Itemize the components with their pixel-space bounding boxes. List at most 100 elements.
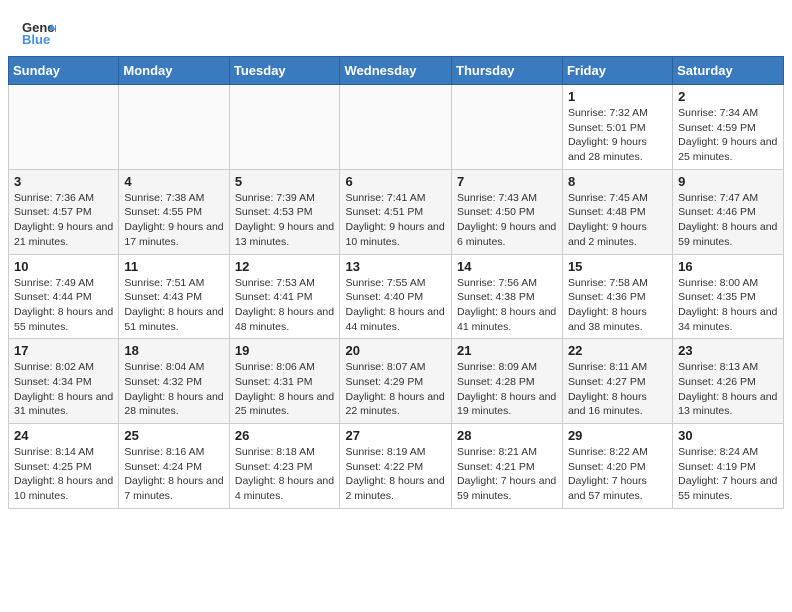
dow-header-wednesday: Wednesday <box>340 57 452 85</box>
day-number: 26 <box>235 428 335 443</box>
calendar-cell <box>119 85 229 170</box>
calendar-cell: 3 Sunrise: 7:36 AM Sunset: 4:57 PM Daylig… <box>9 169 119 254</box>
day-info: Sunrise: 7:32 AM Sunset: 5:01 PM Dayligh… <box>568 106 667 165</box>
calendar-week-1: 1 Sunrise: 7:32 AM Sunset: 5:01 PM Daylig… <box>9 85 784 170</box>
calendar-cell: 2 Sunrise: 7:34 AM Sunset: 4:59 PM Daylig… <box>673 85 784 170</box>
day-number: 20 <box>345 343 446 358</box>
dow-header-saturday: Saturday <box>673 57 784 85</box>
day-info: Sunrise: 8:16 AM Sunset: 4:24 PM Dayligh… <box>124 445 223 504</box>
calendar-cell: 27 Sunrise: 8:19 AM Sunset: 4:22 PM Dayli… <box>340 424 452 509</box>
day-number: 16 <box>678 259 778 274</box>
dow-header-sunday: Sunday <box>9 57 119 85</box>
calendar-cell: 15 Sunrise: 7:58 AM Sunset: 4:36 PM Dayli… <box>562 254 672 339</box>
day-info: Sunrise: 8:06 AM Sunset: 4:31 PM Dayligh… <box>235 360 335 419</box>
calendar-body: 1 Sunrise: 7:32 AM Sunset: 5:01 PM Daylig… <box>9 85 784 509</box>
day-info: Sunrise: 8:11 AM Sunset: 4:27 PM Dayligh… <box>568 360 667 419</box>
day-info: Sunrise: 8:09 AM Sunset: 4:28 PM Dayligh… <box>457 360 557 419</box>
day-number: 7 <box>457 174 557 189</box>
calendar-cell: 21 Sunrise: 8:09 AM Sunset: 4:28 PM Dayli… <box>452 339 563 424</box>
day-number: 15 <box>568 259 667 274</box>
calendar-cell: 14 Sunrise: 7:56 AM Sunset: 4:38 PM Dayli… <box>452 254 563 339</box>
svg-text:Blue: Blue <box>22 32 50 47</box>
day-number: 8 <box>568 174 667 189</box>
calendar-cell: 18 Sunrise: 8:04 AM Sunset: 4:32 PM Dayli… <box>119 339 229 424</box>
day-number: 10 <box>14 259 113 274</box>
day-number: 6 <box>345 174 446 189</box>
day-number: 18 <box>124 343 223 358</box>
day-info: Sunrise: 7:41 AM Sunset: 4:51 PM Dayligh… <box>345 191 446 250</box>
day-info: Sunrise: 8:07 AM Sunset: 4:29 PM Dayligh… <box>345 360 446 419</box>
day-number: 12 <box>235 259 335 274</box>
logo: General Blue <box>20 16 60 52</box>
day-info: Sunrise: 8:02 AM Sunset: 4:34 PM Dayligh… <box>14 360 113 419</box>
day-number: 1 <box>568 89 667 104</box>
calendar-cell: 20 Sunrise: 8:07 AM Sunset: 4:29 PM Dayli… <box>340 339 452 424</box>
day-info: Sunrise: 7:38 AM Sunset: 4:55 PM Dayligh… <box>124 191 223 250</box>
day-info: Sunrise: 8:14 AM Sunset: 4:25 PM Dayligh… <box>14 445 113 504</box>
calendar-cell: 30 Sunrise: 8:24 AM Sunset: 4:19 PM Dayli… <box>673 424 784 509</box>
dow-header-friday: Friday <box>562 57 672 85</box>
calendar-cell: 13Sunrise: 7:55 AM Sunset: 4:40 PM Dayli… <box>340 254 452 339</box>
day-info: Sunrise: 8:04 AM Sunset: 4:32 PM Dayligh… <box>124 360 223 419</box>
day-info: Sunrise: 7:58 AM Sunset: 4:36 PM Dayligh… <box>568 276 667 335</box>
day-number: 30 <box>678 428 778 443</box>
day-info: Sunrise: 8:22 AM Sunset: 4:20 PM Dayligh… <box>568 445 667 504</box>
calendar-cell: 12Sunrise: 7:53 AM Sunset: 4:41 PM Dayli… <box>229 254 340 339</box>
day-number: 2 <box>678 89 778 104</box>
calendar-week-4: 17 Sunrise: 8:02 AM Sunset: 4:34 PM Dayli… <box>9 339 784 424</box>
calendar-cell: 4Sunrise: 7:38 AM Sunset: 4:55 PM Daylig… <box>119 169 229 254</box>
day-number: 23 <box>678 343 778 358</box>
calendar-cell: 5Sunrise: 7:39 AM Sunset: 4:53 PM Daylig… <box>229 169 340 254</box>
calendar-week-2: 3 Sunrise: 7:36 AM Sunset: 4:57 PM Daylig… <box>9 169 784 254</box>
day-info: Sunrise: 7:45 AM Sunset: 4:48 PM Dayligh… <box>568 191 667 250</box>
day-info: Sunrise: 8:19 AM Sunset: 4:22 PM Dayligh… <box>345 445 446 504</box>
day-number: 19 <box>235 343 335 358</box>
calendar-cell: 9 Sunrise: 7:47 AM Sunset: 4:46 PM Daylig… <box>673 169 784 254</box>
day-number: 14 <box>457 259 557 274</box>
day-info: Sunrise: 8:00 AM Sunset: 4:35 PM Dayligh… <box>678 276 778 335</box>
calendar-cell: 6 Sunrise: 7:41 AM Sunset: 4:51 PM Daylig… <box>340 169 452 254</box>
day-number: 24 <box>14 428 113 443</box>
day-number: 11 <box>124 259 223 274</box>
calendar-cell: 17 Sunrise: 8:02 AM Sunset: 4:34 PM Dayli… <box>9 339 119 424</box>
calendar-cell: 23 Sunrise: 8:13 AM Sunset: 4:26 PM Dayli… <box>673 339 784 424</box>
calendar-cell <box>452 85 563 170</box>
day-number: 3 <box>14 174 113 189</box>
day-number: 29 <box>568 428 667 443</box>
calendar-cell <box>340 85 452 170</box>
day-number: 22 <box>568 343 667 358</box>
day-info: Sunrise: 7:39 AM Sunset: 4:53 PM Dayligh… <box>235 191 335 250</box>
calendar-cell: 19 Sunrise: 8:06 AM Sunset: 4:31 PM Dayli… <box>229 339 340 424</box>
calendar-cell: 29 Sunrise: 8:22 AM Sunset: 4:20 PM Dayli… <box>562 424 672 509</box>
day-number: 21 <box>457 343 557 358</box>
calendar-cell: 22 Sunrise: 8:11 AM Sunset: 4:27 PM Dayli… <box>562 339 672 424</box>
day-info: Sunrise: 7:36 AM Sunset: 4:57 PM Dayligh… <box>14 191 113 250</box>
day-info: Sunrise: 7:56 AM Sunset: 4:38 PM Dayligh… <box>457 276 557 335</box>
calendar-container: SundayMondayTuesdayWednesdayThursdayFrid… <box>0 56 792 517</box>
calendar-cell: 28Sunrise: 8:21 AM Sunset: 4:21 PM Dayli… <box>452 424 563 509</box>
dow-header-thursday: Thursday <box>452 57 563 85</box>
day-info: Sunrise: 8:24 AM Sunset: 4:19 PM Dayligh… <box>678 445 778 504</box>
day-info: Sunrise: 7:43 AM Sunset: 4:50 PM Dayligh… <box>457 191 557 250</box>
logo-icon: General Blue <box>20 16 56 52</box>
day-info: Sunrise: 7:55 AM Sunset: 4:40 PM Dayligh… <box>345 276 446 335</box>
calendar-week-5: 24 Sunrise: 8:14 AM Sunset: 4:25 PM Dayli… <box>9 424 784 509</box>
dow-header-tuesday: Tuesday <box>229 57 340 85</box>
day-info: Sunrise: 7:49 AM Sunset: 4:44 PM Dayligh… <box>14 276 113 335</box>
day-number: 28 <box>457 428 557 443</box>
day-info: Sunrise: 8:13 AM Sunset: 4:26 PM Dayligh… <box>678 360 778 419</box>
day-number: 17 <box>14 343 113 358</box>
day-number: 27 <box>345 428 446 443</box>
calendar-cell <box>229 85 340 170</box>
calendar-cell: 26 Sunrise: 8:18 AM Sunset: 4:23 PM Dayli… <box>229 424 340 509</box>
calendar-cell: 25 Sunrise: 8:16 AM Sunset: 4:24 PM Dayli… <box>119 424 229 509</box>
calendar-cell: 8 Sunrise: 7:45 AM Sunset: 4:48 PM Daylig… <box>562 169 672 254</box>
day-number: 9 <box>678 174 778 189</box>
day-info: Sunrise: 7:34 AM Sunset: 4:59 PM Dayligh… <box>678 106 778 165</box>
calendar-week-3: 10 Sunrise: 7:49 AM Sunset: 4:44 PM Dayli… <box>9 254 784 339</box>
calendar-cell: 24 Sunrise: 8:14 AM Sunset: 4:25 PM Dayli… <box>9 424 119 509</box>
day-number: 25 <box>124 428 223 443</box>
day-info: Sunrise: 8:18 AM Sunset: 4:23 PM Dayligh… <box>235 445 335 504</box>
day-info: Sunrise: 7:47 AM Sunset: 4:46 PM Dayligh… <box>678 191 778 250</box>
calendar-cell <box>9 85 119 170</box>
